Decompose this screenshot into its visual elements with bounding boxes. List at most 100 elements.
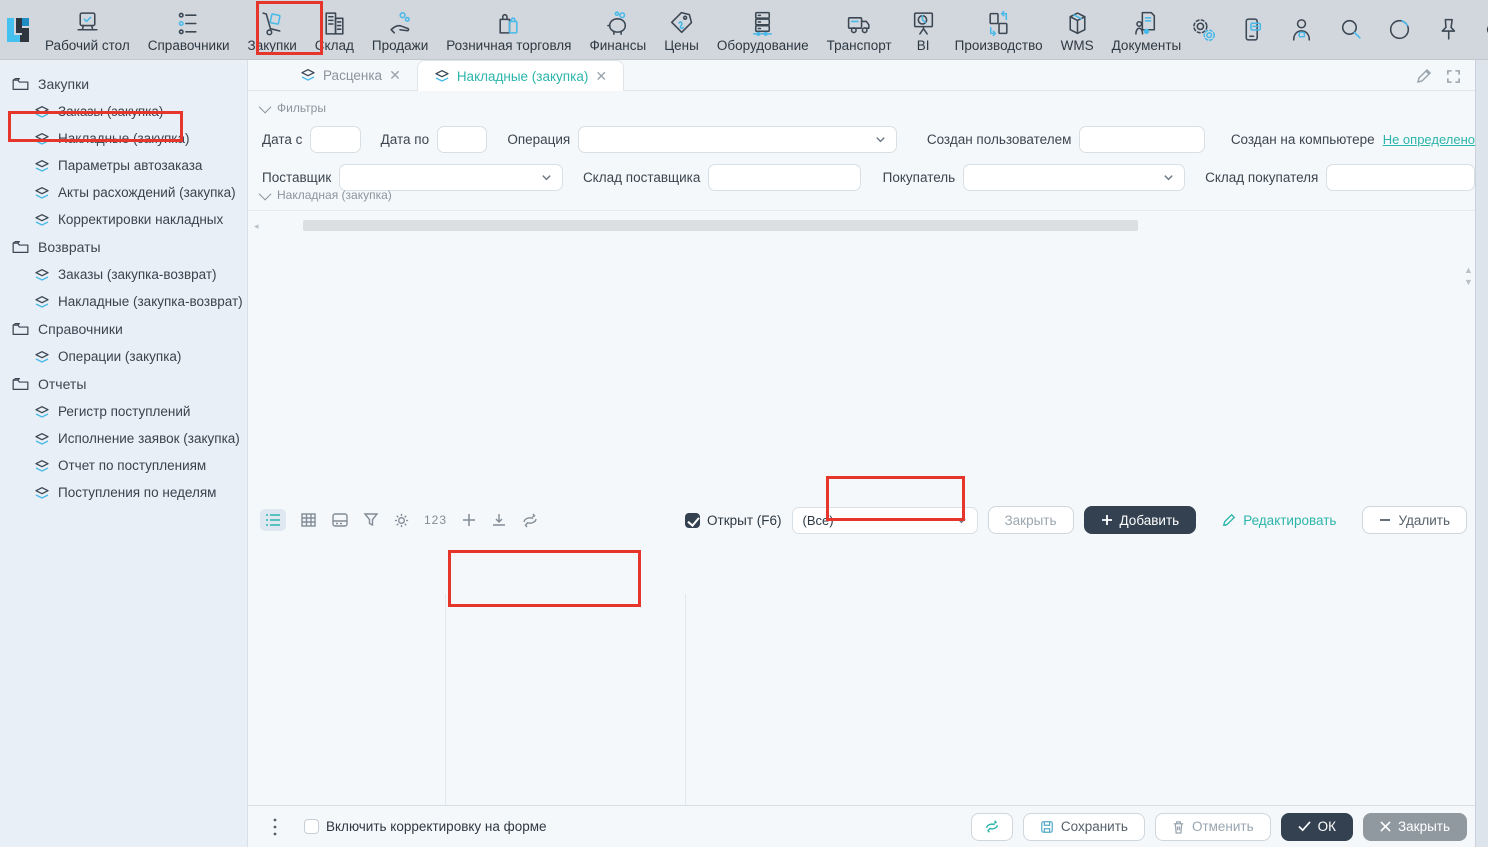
nav-item-bi[interactable]: BI <box>901 0 946 59</box>
right-dock-strip[interactable] <box>1475 60 1488 847</box>
grid-settings-icon[interactable] <box>393 512 410 529</box>
filters-section-toggle[interactable]: Фильтры <box>262 101 1475 115</box>
folder-icon <box>12 240 29 254</box>
sidebar-item[interactable]: Исполнение заявок (закупка) <box>0 425 247 452</box>
cancel-button[interactable]: Отменить <box>1155 813 1271 841</box>
add-row-icon[interactable] <box>461 512 477 528</box>
close-tab-icon[interactable]: ✕ <box>389 67 401 84</box>
nav-item-sales[interactable]: Продажи <box>363 0 437 59</box>
created-on-link[interactable]: Не определено <box>1383 132 1475 147</box>
ok-button[interactable]: ОК <box>1281 813 1353 841</box>
sidebar-item[interactable]: Накладные (закупка-возврат) <box>0 288 247 315</box>
close-tab-icon[interactable]: ✕ <box>595 68 607 85</box>
scroll-up-icon[interactable]: ▲ <box>1464 264 1473 276</box>
sidebar-item[interactable]: Заказы (закупка-возврат) <box>0 261 247 288</box>
nav-item-production[interactable]: Производство <box>946 0 1052 59</box>
created-by-input[interactable] <box>1079 126 1204 153</box>
close-form-button[interactable]: Закрыть <box>1363 813 1467 841</box>
scroll-left-icon[interactable]: ◂ <box>254 220 259 232</box>
supplier-select[interactable] <box>339 164 563 191</box>
purchases-icon <box>259 7 286 37</box>
buyer-wh-input[interactable] <box>1326 164 1475 191</box>
sidebar-item[interactable]: Корректировки накладных <box>0 206 247 233</box>
document-stack-icon <box>34 486 50 500</box>
nav-item-retail[interactable]: Розничная торговля <box>437 0 580 59</box>
nav-item-label: Транспорт <box>827 38 892 53</box>
nav-item-prices[interactable]: Цены <box>655 0 708 59</box>
expand-icon[interactable] <box>1446 69 1461 84</box>
nav-item-documents[interactable]: Документы <box>1103 0 1191 59</box>
visibility-icon[interactable] <box>1484 16 1488 43</box>
grid-section-toggle[interactable]: Накладная (закупка) <box>248 188 1475 202</box>
open-f6-checkbox[interactable]: Открыт (F6) <box>685 513 781 528</box>
grid-filter-select[interactable]: (Все) <box>792 507 978 534</box>
kebab-menu-icon[interactable] <box>272 817 278 837</box>
buyer-select[interactable] <box>963 164 1185 191</box>
edit-invoice-button[interactable]: Редактировать <box>1206 506 1352 534</box>
close-invoice-button[interactable]: Закрыть <box>988 506 1074 534</box>
document-stack-icon <box>34 213 50 227</box>
save-button[interactable]: Сохранить <box>1023 813 1145 841</box>
retail-icon <box>495 7 522 37</box>
tree-group[interactable]: Возвраты <box>0 233 247 261</box>
nav-item-purchases[interactable]: Закупки <box>239 0 306 59</box>
export-icon[interactable] <box>491 512 507 528</box>
nav-item-equipment[interactable]: Оборудование <box>708 0 818 59</box>
checkbox-checked-icon[interactable] <box>685 513 700 528</box>
document-tab[interactable]: Накладные (закупка) ✕ <box>417 60 624 91</box>
tree-group[interactable]: Закупки <box>0 70 247 98</box>
pin-icon[interactable] <box>1435 16 1462 43</box>
trash-icon <box>1172 820 1185 834</box>
sidebar-item[interactable]: Параметры автозаказа <box>0 152 247 179</box>
card-view-icon[interactable] <box>331 512 349 528</box>
sidebar-item[interactable]: Накладные (закупка) <box>0 125 247 152</box>
sidebar-item[interactable]: Регистр поступлений <box>0 398 247 425</box>
horizontal-scrollbar[interactable]: ◂ <box>248 219 1475 232</box>
numbering-icon[interactable]: 123 <box>424 513 447 527</box>
date-to-input[interactable] <box>437 126 487 153</box>
checkbox-unchecked-icon[interactable] <box>304 819 319 834</box>
nav-item-finance[interactable]: Финансы <box>581 0 656 59</box>
date-from-input[interactable] <box>310 126 360 153</box>
clock-icon[interactable] <box>1386 16 1413 43</box>
grid-view-icon[interactable] <box>300 512 317 528</box>
search-icon[interactable] <box>1337 16 1364 43</box>
document-stack-icon <box>434 69 450 83</box>
nav-item-desktop[interactable]: Рабочий стол <box>36 0 139 59</box>
tree-group[interactable]: Справочники <box>0 315 247 343</box>
operation-select[interactable] <box>578 126 897 153</box>
sidebar-item[interactable]: Операции (закупка) <box>0 343 247 370</box>
refresh-form-button[interactable] <box>971 813 1013 841</box>
nav-item-transport[interactable]: Транспорт <box>818 0 901 59</box>
nav-item-catalogs[interactable]: Справочники <box>139 0 239 59</box>
document-tab[interactable]: Расценка ✕ <box>284 60 417 90</box>
pencil-icon[interactable] <box>1416 68 1432 84</box>
supplier-wh-input[interactable] <box>708 164 860 191</box>
support-chat-icon[interactable] <box>1239 16 1266 43</box>
horizontal-scroll-thumb[interactable] <box>303 220 1138 231</box>
delete-invoice-button[interactable]: Удалить <box>1362 506 1467 534</box>
supplier-wh-label: Склад поставщика <box>583 170 700 185</box>
tree-group[interactable]: Отчеты <box>0 370 247 398</box>
refresh-icon[interactable] <box>521 513 539 528</box>
filter-icon[interactable] <box>363 512 379 528</box>
form-correction-checkbox[interactable]: Включить корректировку на форме <box>304 819 547 834</box>
save-icon <box>1040 820 1054 834</box>
document-stack-icon <box>300 68 316 82</box>
nav-item-warehouse[interactable]: Склад <box>306 0 363 59</box>
detail-tabs <box>248 538 1475 594</box>
settings-gears-icon[interactable] <box>1190 16 1217 43</box>
sidebar-item[interactable]: Акты расхождений (закупка) <box>0 179 247 206</box>
sidebar-item[interactable]: Заказы (закупка) <box>0 98 247 125</box>
user-session-icon[interactable] <box>1288 16 1315 43</box>
app-logo[interactable] <box>0 0 36 59</box>
created-by-label: Создан пользователем <box>927 132 1072 147</box>
prices-icon <box>668 7 695 37</box>
sidebar-item[interactable]: Отчет по поступлениям <box>0 452 247 479</box>
scroll-down-icon[interactable]: ▼ <box>1464 276 1473 288</box>
add-invoice-button[interactable]: Добавить <box>1084 506 1197 534</box>
buyer-wh-label: Склад покупателя <box>1205 170 1318 185</box>
sidebar-item[interactable]: Поступления по неделям <box>0 479 247 506</box>
list-view-icon[interactable] <box>260 509 286 531</box>
nav-item-wms[interactable]: WMS <box>1052 0 1103 59</box>
